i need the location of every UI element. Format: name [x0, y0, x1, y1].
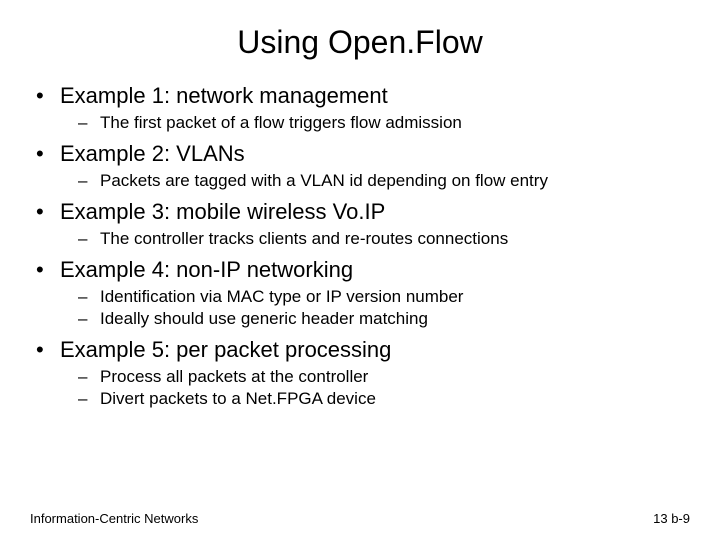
sub-label: The controller tracks clients and re-rou…	[100, 229, 508, 249]
item-label: Example 3: mobile wireless Vo.IP	[60, 199, 385, 225]
footer-left: Information-Centric Networks	[30, 511, 198, 526]
sub-item: – Ideally should use generic header matc…	[78, 309, 690, 329]
sub-label: Identification via MAC type or IP versio…	[100, 287, 463, 307]
sub-label: Divert packets to a Net.FPGA device	[100, 389, 376, 409]
dash-icon: –	[78, 367, 100, 387]
list-item: • Example 3: mobile wireless Vo.IP	[36, 199, 690, 225]
dash-icon: –	[78, 113, 100, 133]
dash-icon: –	[78, 287, 100, 307]
sub-label: Packets are tagged with a VLAN id depend…	[100, 171, 548, 191]
bullet-icon: •	[36, 83, 60, 109]
bullet-icon: •	[36, 141, 60, 167]
sub-item: – The first packet of a flow triggers fl…	[78, 113, 690, 133]
dash-icon: –	[78, 171, 100, 191]
dash-icon: –	[78, 229, 100, 249]
sub-label: Ideally should use generic header matchi…	[100, 309, 428, 329]
sub-label: Process all packets at the controller	[100, 367, 368, 387]
slide: Using Open.Flow • Example 1: network man…	[0, 0, 720, 540]
sub-item: – Process all packets at the controller	[78, 367, 690, 387]
item-label: Example 4: non-IP networking	[60, 257, 353, 283]
list-item: • Example 5: per packet processing	[36, 337, 690, 363]
item-label: Example 2: VLANs	[60, 141, 245, 167]
item-label: Example 5: per packet processing	[60, 337, 391, 363]
list-item: • Example 1: network management	[36, 83, 690, 109]
sub-item: – Identification via MAC type or IP vers…	[78, 287, 690, 307]
sub-label: The first packet of a flow triggers flow…	[100, 113, 462, 133]
sub-item: – Divert packets to a Net.FPGA device	[78, 389, 690, 409]
list-item: • Example 2: VLANs	[36, 141, 690, 167]
bullet-icon: •	[36, 199, 60, 225]
list-item: • Example 4: non-IP networking	[36, 257, 690, 283]
slide-title: Using Open.Flow	[30, 24, 690, 61]
footer: Information-Centric Networks 13 b-9	[30, 511, 690, 526]
bullet-icon: •	[36, 257, 60, 283]
dash-icon: –	[78, 309, 100, 329]
dash-icon: –	[78, 389, 100, 409]
bullet-icon: •	[36, 337, 60, 363]
slide-content: • Example 1: network management – The fi…	[30, 83, 690, 409]
sub-item: – The controller tracks clients and re-r…	[78, 229, 690, 249]
item-label: Example 1: network management	[60, 83, 388, 109]
sub-item: – Packets are tagged with a VLAN id depe…	[78, 171, 690, 191]
footer-right: 13 b-9	[653, 511, 690, 526]
